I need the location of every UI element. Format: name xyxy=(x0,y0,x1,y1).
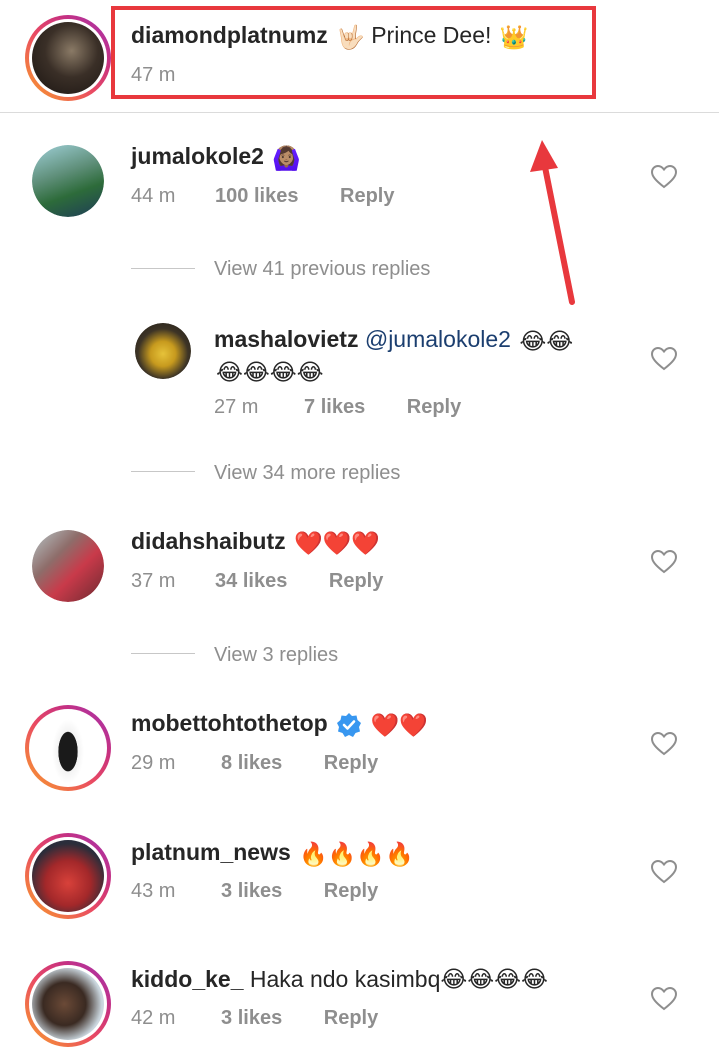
comment-likes[interactable]: 3 likes xyxy=(221,1007,282,1029)
comment-meta: 37 m 34 likes Reply xyxy=(131,568,383,594)
heart-outline-icon[interactable] xyxy=(651,732,677,756)
comment-line: platnum_news 🔥🔥🔥🔥 xyxy=(131,837,414,869)
thread-line xyxy=(131,268,195,269)
comment-username[interactable]: jumalokole2 xyxy=(131,143,264,169)
reply-button[interactable]: Reply xyxy=(340,185,394,207)
comment-avatar-platnum-news[interactable] xyxy=(25,833,111,919)
caption-avatar[interactable] xyxy=(25,15,111,101)
comment-time: 44 m xyxy=(131,185,176,207)
reply-line-2: 😂😂😂😂 xyxy=(214,355,324,387)
red-arrow-annotation xyxy=(530,140,575,305)
reply-button[interactable]: Reply xyxy=(324,752,378,774)
heart-outline-icon[interactable] xyxy=(651,165,677,189)
comment-meta: 43 m 3 likes Reply xyxy=(131,878,378,904)
comment-likes[interactable]: 100 likes xyxy=(215,185,298,207)
thread-line xyxy=(131,653,195,654)
comment-line: mobettohtothetop ❤️❤️ xyxy=(131,708,428,740)
comment-time: 43 m xyxy=(131,880,176,902)
reply-username[interactable]: mashalovietz xyxy=(214,326,358,352)
comment-avatar-kiddo-ke[interactable] xyxy=(25,961,111,1047)
comment-avatar-jumalokole2[interactable] xyxy=(32,145,104,217)
comment-likes[interactable]: 34 likes xyxy=(215,570,287,592)
heart-outline-icon[interactable] xyxy=(651,347,677,371)
comment-line: didahshaibutz ❤️❤️❤️ xyxy=(131,526,380,558)
view-replies[interactable]: View 3 replies xyxy=(214,642,338,668)
comment-time: 42 m xyxy=(131,1007,176,1029)
view-previous-replies[interactable]: View 41 previous replies xyxy=(214,256,430,282)
comment-line: kiddo_ke_ Haka ndo kasimbq😂😂😂😂 xyxy=(131,964,548,994)
reply-mention[interactable]: @jumalokole2 xyxy=(365,326,511,352)
thread-line xyxy=(131,471,195,472)
reply-button[interactable]: Reply xyxy=(324,1007,378,1029)
reply-avatar-mashalovietz[interactable] xyxy=(135,323,191,379)
reply-time: 27 m xyxy=(214,396,259,418)
reply-likes[interactable]: 7 likes xyxy=(304,396,365,418)
person-gesture-emoji: 🙆🏽‍♀️ xyxy=(272,144,301,171)
laughing-emoji: 😂😂😂😂 xyxy=(216,358,324,385)
laughing-emoji: 😂😂 xyxy=(519,327,574,354)
heart-outline-icon[interactable] xyxy=(651,987,677,1011)
comment-avatar-didahshaibutz[interactable] xyxy=(32,530,104,602)
verified-badge-icon xyxy=(337,712,362,737)
heart-outline-icon[interactable] xyxy=(651,550,677,574)
comment-time: 29 m xyxy=(131,752,176,774)
view-more-replies[interactable]: View 34 more replies xyxy=(214,460,400,486)
comment-username[interactable]: platnum_news xyxy=(131,839,291,865)
reply-button[interactable]: Reply xyxy=(407,396,461,418)
comment-username[interactable]: kiddo_ke_ xyxy=(131,966,244,992)
comment-avatar-mobettohtothetop[interactable] xyxy=(25,705,111,791)
caption-divider xyxy=(0,112,719,113)
comment-meta: 42 m 3 likes Reply xyxy=(131,1005,378,1031)
reply-button[interactable]: Reply xyxy=(324,880,378,902)
comment-time: 37 m xyxy=(131,570,176,592)
comment-meta: 44 m 100 likes Reply xyxy=(131,183,394,209)
comment-likes[interactable]: 8 likes xyxy=(221,752,282,774)
reply-meta: 27 m 7 likes Reply xyxy=(214,394,461,420)
fire-emoji: 🔥🔥🔥🔥 xyxy=(299,840,414,867)
reply-line: mashalovietz @jumalokole2 😂😂 xyxy=(214,324,573,356)
comment-likes[interactable]: 3 likes xyxy=(221,880,282,902)
annotation-highlight-box xyxy=(111,6,596,99)
comment-username[interactable]: mobettohtothetop xyxy=(131,710,328,736)
heart-emoji: ❤️❤️❤️ xyxy=(294,529,380,556)
heart-emoji: ❤️❤️ xyxy=(370,711,428,738)
heart-outline-icon[interactable] xyxy=(651,860,677,884)
reply-button[interactable]: Reply xyxy=(329,570,383,592)
comment-meta: 29 m 8 likes Reply xyxy=(131,750,378,776)
comment-username[interactable]: didahshaibutz xyxy=(131,528,286,554)
comment-line: jumalokole2 🙆🏽‍♀️ xyxy=(131,141,301,173)
comment-text: Haka ndo kasimbq😂😂😂😂 xyxy=(249,966,548,992)
